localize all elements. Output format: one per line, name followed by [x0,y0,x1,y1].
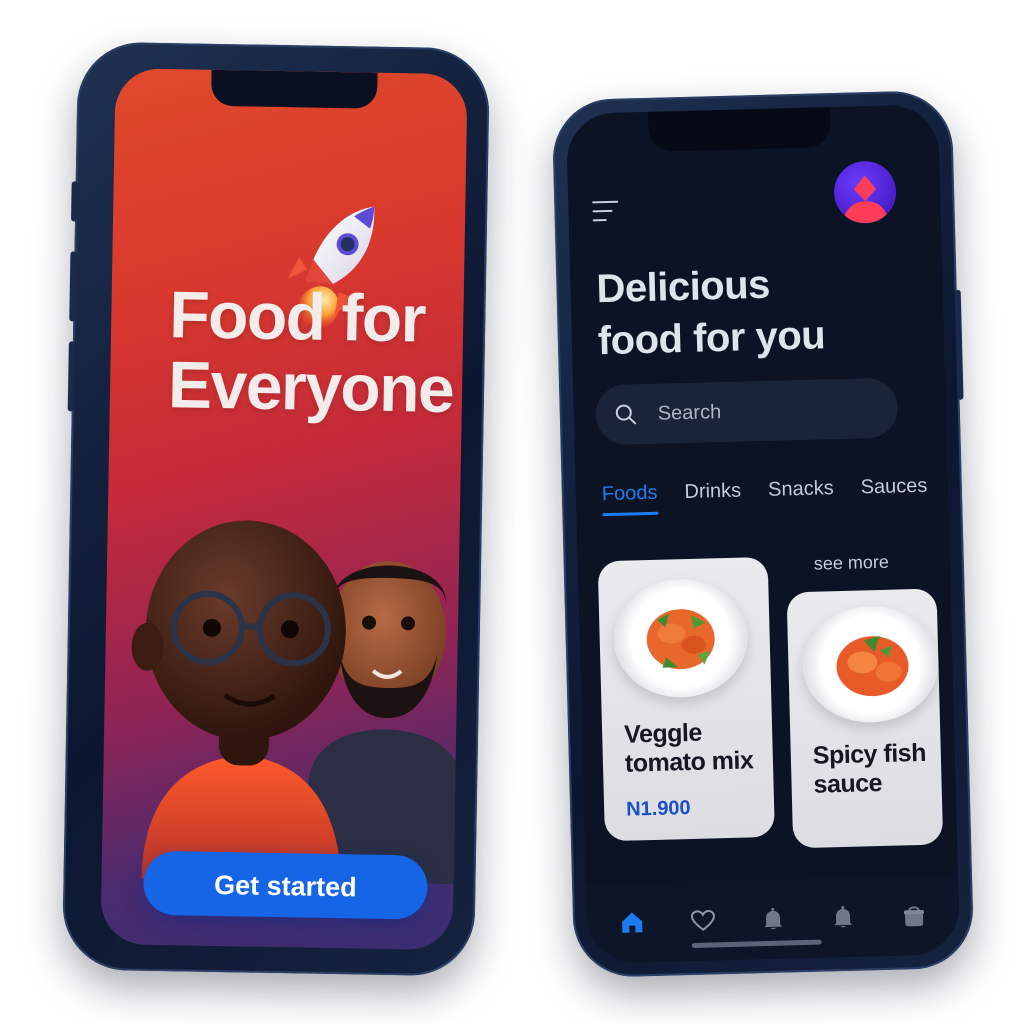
tab-snacks[interactable]: Snacks [768,477,834,512]
nav-favorites[interactable] [688,906,717,935]
nav-alerts[interactable] [829,903,858,932]
tab-sauces[interactable]: Sauces [860,475,928,510]
avatar-person-icon [842,175,889,224]
phone-notch [211,69,378,109]
category-tabs: Foods Drinks Snacks Sauces [602,475,928,517]
search-input[interactable] [655,395,861,427]
page-title-line2: food for you [597,313,826,364]
home-screen: Delicious food for you Foods Drinks Snac… [565,104,961,964]
food-card[interactable]: Veggle tomato mix N1.900 [597,556,775,842]
nav-home[interactable] [618,908,647,937]
onboarding-title-line1: Food for [168,277,426,356]
search-icon [615,404,637,425]
page-title: Delicious food for you [596,255,919,367]
food-card-name-line2: tomato mix [624,746,754,778]
page-title-line1: Delicious [595,262,771,312]
get-started-button[interactable]: Get started [142,850,428,920]
food-plate-image [612,577,750,699]
avatar[interactable] [833,160,897,225]
bell-icon [764,907,783,930]
food-card-name-line2: sauce [813,768,883,799]
bottom-nav [586,874,961,964]
onboarding-screen: Food for Everyone Get started [100,68,468,951]
food-plate-image [800,604,940,724]
food-card-name-line1: Spicy fish [812,738,927,770]
nav-notifications[interactable] [759,905,788,934]
heart-icon [690,910,715,931]
phone-side-button [70,181,78,222]
food-image [836,635,909,697]
phone-notch [647,107,831,152]
phone-side-button [954,289,964,400]
phone-side-button [67,341,75,412]
bell-icon [834,906,853,928]
food-card-price: N1.900 [625,796,691,821]
bag-icon [903,906,924,927]
avatars-illustration [131,520,468,885]
onboarding-phone: Food for Everyone Get started [61,41,491,977]
food-card-name-line1: Veggle [623,718,703,749]
search-bar[interactable] [595,377,899,446]
tab-foods[interactable]: Foods [602,482,658,516]
see-more-link[interactable]: see more [814,552,890,575]
onboarding-title: Food for Everyone [167,277,460,427]
home-phone: Delicious food for you Foods Drinks Snac… [551,89,975,979]
nav-cart[interactable] [899,901,928,930]
tab-drinks[interactable]: Drinks [684,480,742,514]
food-card-name: Veggle tomato mix [624,717,754,778]
onboarding-title-line2: Everyone [167,347,454,427]
food-image [646,609,715,670]
home-icon [622,912,643,933]
food-card-name: Spicy fish sauce [812,739,927,800]
menu-icon[interactable] [592,200,619,224]
phone-side-button [69,251,77,322]
food-card[interactable]: Spicy fish sauce [786,588,944,849]
